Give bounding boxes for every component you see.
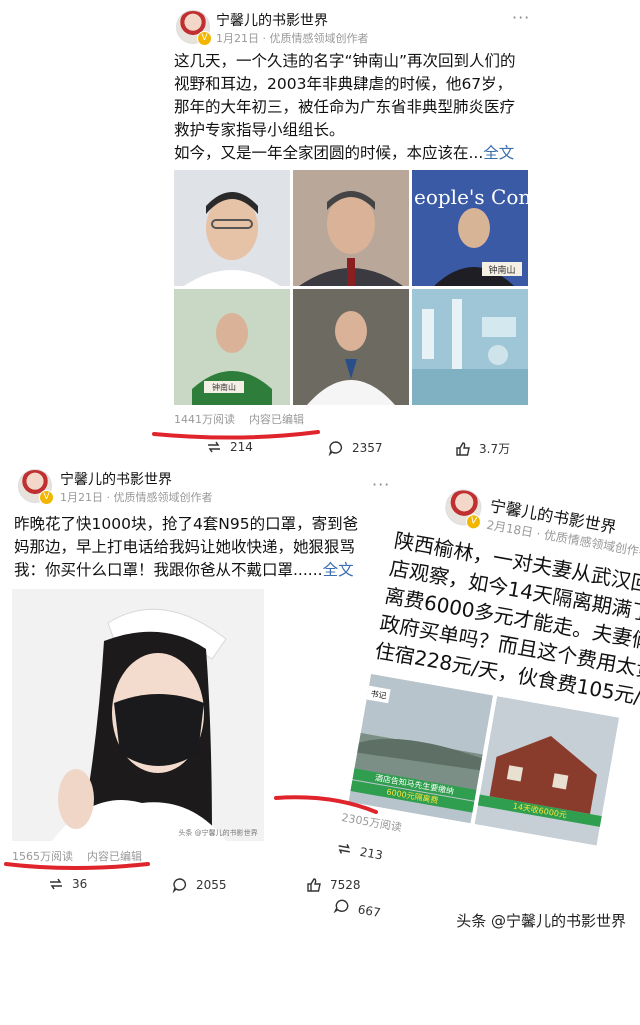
comment-icon (328, 441, 343, 456)
body-line: 如今，又是一年全家团圆的时候，本应该在...全文 (174, 142, 534, 165)
news-photo-2[interactable]: 14天收6000元 (474, 696, 620, 846)
share-button[interactable]: 36 (48, 877, 87, 891)
thumbs-up-icon (456, 441, 470, 456)
photo-5[interactable] (293, 289, 409, 405)
woman-wearing-mask-photo-icon: 头条 @宁馨儿的书影世界 (12, 589, 264, 841)
share-count: 214 (230, 440, 253, 454)
body-line: 救护专家指导小组组长。 (174, 121, 345, 139)
like-count: 7528 (330, 878, 361, 892)
author-avatar[interactable]: V (442, 486, 485, 531)
author-avatar[interactable]: V (18, 469, 54, 505)
banner-text: eople's Con (414, 185, 528, 209)
like-button[interactable]: 7528 (306, 877, 361, 893)
post-meta: 1月21日 · 优质情感领域创作者 (60, 491, 213, 504)
comment-icon (172, 878, 187, 893)
repost-icon (50, 878, 62, 890)
comment-button[interactable]: 2357 (328, 440, 383, 456)
body-line-text: 我：你买什么口罩！我跟你爸从不戴口罩...... (14, 561, 323, 579)
photo-1[interactable] (174, 170, 290, 286)
photo-3[interactable]: eople's Con 钟南山 (412, 170, 528, 286)
photo-6[interactable] (412, 289, 528, 405)
post-body: 昨晚花了快1000块，抢了4套N95的口罩，寄到爸 妈那边，早上打电话给我妈让她… (14, 513, 394, 582)
portrait-photo-icon: 钟南山 (174, 289, 290, 405)
mask-photo[interactable]: 头条 @宁馨儿的书影世界 (12, 589, 264, 841)
verified-badge-icon: V (464, 513, 483, 531)
comment-button[interactable]: 2055 (172, 877, 227, 893)
nameplate-text: 钟南山 (488, 264, 515, 276)
post-meta: 1月21日 · 优质情感领域创作者 (216, 32, 369, 45)
press-conference-photo-icon: eople's Con 钟南山 (412, 170, 528, 286)
portrait-photo-icon (293, 289, 409, 405)
repost-icon (208, 441, 220, 453)
share-count: 36 (72, 877, 88, 891)
full-text-link[interactable]: 全文 (323, 561, 354, 579)
red-underline (4, 862, 150, 870)
comment-count: 2357 (352, 441, 383, 455)
photo-2[interactable] (293, 170, 409, 286)
author-name[interactable]: 宁馨儿的书影世界 (216, 10, 328, 30)
more-options-icon[interactable]: ··· (372, 475, 390, 494)
body-line: 这几天，一个久违的名字“钟南山”再次回到人们的 (174, 52, 516, 70)
like-count: 3.7万 (479, 442, 511, 456)
comment-count: 667 (356, 902, 382, 921)
full-text-link[interactable]: 全文 (483, 144, 514, 162)
post-1: V 宁馨儿的书影世界 1月21日 · 优质情感领域创作者 ··· 这几天，一个久… (0, 0, 640, 465)
verified-badge-icon: V (39, 490, 54, 505)
image-watermark: 头条 @宁馨儿的书影世界 (178, 828, 257, 837)
body-line: 昨晚花了快1000块，抢了4套N95的口罩，寄到爸 (14, 515, 359, 533)
body-line: 妈那边，早上打电话给我妈让她收快递，她狠狠骂 (14, 538, 356, 556)
more-options-icon[interactable]: ··· (512, 8, 530, 27)
body-line: 视野和耳边，2003年非典肆虐的时候，他67岁， (174, 75, 513, 93)
comment-count: 2055 (196, 878, 227, 892)
share-button[interactable]: 214 (206, 440, 253, 454)
repost-icon (338, 843, 350, 854)
source-watermark: 头条 @宁馨儿的书影世界 (452, 909, 630, 932)
like-button[interactable]: 3.7万 (455, 440, 510, 457)
nameplate-text: 钟南山 (212, 382, 236, 392)
portrait-photo-icon (293, 170, 409, 286)
body-line: 我：你买什么口罩！我跟你爸从不戴口罩......全文 (14, 559, 394, 582)
body-line-text: 如今，又是一年全家团圆的时候，本应该在... (174, 144, 484, 162)
verified-badge-icon: V (197, 31, 212, 46)
post-3: V 宁馨儿的书影世界 2月18日 · 优质情感领域创作者 陕西榆林，一对夫妻从武… (333, 480, 640, 1024)
portrait-photo-icon (174, 170, 290, 286)
body-line: 那年的大年初三，被任命为广东省非典型肺炎医疗 (174, 98, 516, 116)
post-body: 这几天，一个久违的名字“钟南山”再次回到人们的 视野和耳边，2003年非典肆虐的… (174, 50, 534, 165)
red-underline (274, 795, 378, 814)
comment-icon (333, 899, 349, 914)
hospital-ward-photo-icon (412, 289, 528, 405)
photo-4[interactable]: 钟南山 (174, 289, 290, 405)
author-name[interactable]: 宁馨儿的书影世界 (60, 469, 172, 489)
thumbs-up-icon (307, 878, 321, 892)
author-avatar[interactable]: V (176, 10, 212, 46)
